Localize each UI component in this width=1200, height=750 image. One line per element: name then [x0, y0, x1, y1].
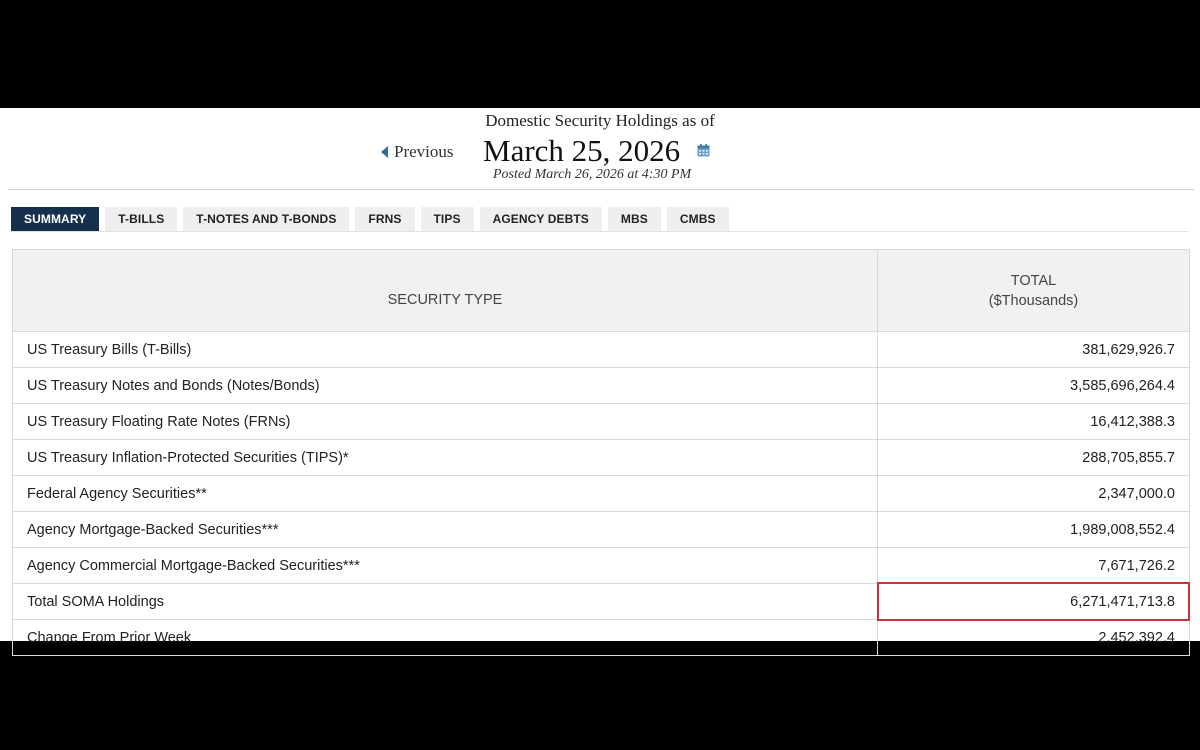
row-value: 1,989,008,552.4: [877, 511, 1190, 548]
row-label: Federal Agency Securities**: [12, 475, 878, 512]
table-row: Agency Mortgage-Backed Securities*** 1,9…: [12, 511, 1190, 548]
tab-frns[interactable]: FRNS: [355, 207, 415, 231]
row-value: 2,452,392.4: [877, 619, 1190, 656]
column-header-total-unit: ($Thousands): [988, 292, 1079, 309]
tab-agency-debts[interactable]: AGENCY DEBTS: [479, 207, 602, 231]
header-divider: [8, 189, 1194, 190]
tabs-divider: [11, 231, 1189, 232]
holdings-page: Domestic Security Holdings as of Previou…: [0, 108, 1200, 656]
row-label: Agency Commercial Mortgage-Backed Securi…: [12, 547, 878, 584]
row-value: 381,629,926.7: [877, 331, 1190, 368]
tab-tips[interactable]: TIPS: [420, 207, 474, 231]
table-row: US Treasury Floating Rate Notes (FRNs) 1…: [12, 403, 1190, 440]
table-row: Agency Commercial Mortgage-Backed Securi…: [12, 547, 1190, 584]
row-value-highlighted: 6,271,471,713.8: [877, 582, 1190, 621]
tab-summary[interactable]: SUMMARY: [11, 207, 100, 231]
row-value: 3,585,696,264.4: [877, 367, 1190, 404]
column-header-total-label: TOTAL: [1010, 272, 1057, 289]
page-subtitle: Domestic Security Holdings as of: [485, 111, 715, 130]
table-header-row: SECURITY TYPE TOTAL ($Thousands): [12, 249, 1190, 332]
tab-t-bills[interactable]: T-BILLS: [105, 207, 178, 231]
table-row-total: Total SOMA Holdings 6,271,471,713.8: [12, 582, 1190, 621]
as-of-date: March 25, 2026: [483, 133, 681, 168]
previous-label: Previous: [394, 142, 454, 161]
total-soma-value: 6,271,471,713.8: [1070, 593, 1175, 610]
row-value: 288,705,855.7: [877, 439, 1190, 476]
tab-mbs[interactable]: MBS: [607, 207, 661, 231]
row-label: US Treasury Inflation-Protected Securiti…: [12, 439, 878, 476]
row-value: 7,671,726.2: [877, 547, 1190, 584]
row-label: US Treasury Bills (T-Bills): [12, 331, 878, 368]
calendar-icon[interactable]: [697, 144, 710, 157]
row-label: Agency Mortgage-Backed Securities***: [12, 511, 878, 548]
row-label: US Treasury Notes and Bonds (Notes/Bonds…: [12, 367, 878, 404]
tab-t-notes-and-t-bonds[interactable]: T-NOTES AND T-BONDS: [183, 207, 350, 231]
table-row: Change From Prior Week 2,452,392.4: [12, 619, 1190, 656]
table-row: US Treasury Bills (T-Bills) 381,629,926.…: [12, 331, 1190, 368]
table-row: Federal Agency Securities** 2,347,000.0: [12, 475, 1190, 512]
row-label: US Treasury Floating Rate Notes (FRNs): [12, 403, 878, 440]
row-value: 16,412,388.3: [877, 403, 1190, 440]
chevron-left-icon: [381, 146, 388, 158]
tab-cmbs[interactable]: CMBS: [666, 207, 729, 231]
table-row: US Treasury Inflation-Protected Securiti…: [12, 439, 1190, 476]
row-label: Change From Prior Week: [12, 619, 878, 656]
posted-timestamp: Posted March 26, 2026 at 4:30 PM: [493, 167, 692, 182]
row-label: Total SOMA Holdings: [12, 583, 878, 620]
holdings-table: SECURITY TYPE TOTAL ($Thousands) US Trea…: [12, 249, 1190, 656]
column-header-total: TOTAL ($Thousands): [877, 249, 1190, 332]
column-header-security-type: SECURITY TYPE: [12, 249, 878, 332]
table-row: US Treasury Notes and Bonds (Notes/Bonds…: [12, 367, 1190, 404]
row-value: 2,347,000.0: [877, 475, 1190, 512]
previous-link[interactable]: Previous: [381, 142, 454, 162]
security-tabs: SUMMARY T-BILLS T-NOTES AND T-BONDS FRNS…: [11, 207, 729, 231]
